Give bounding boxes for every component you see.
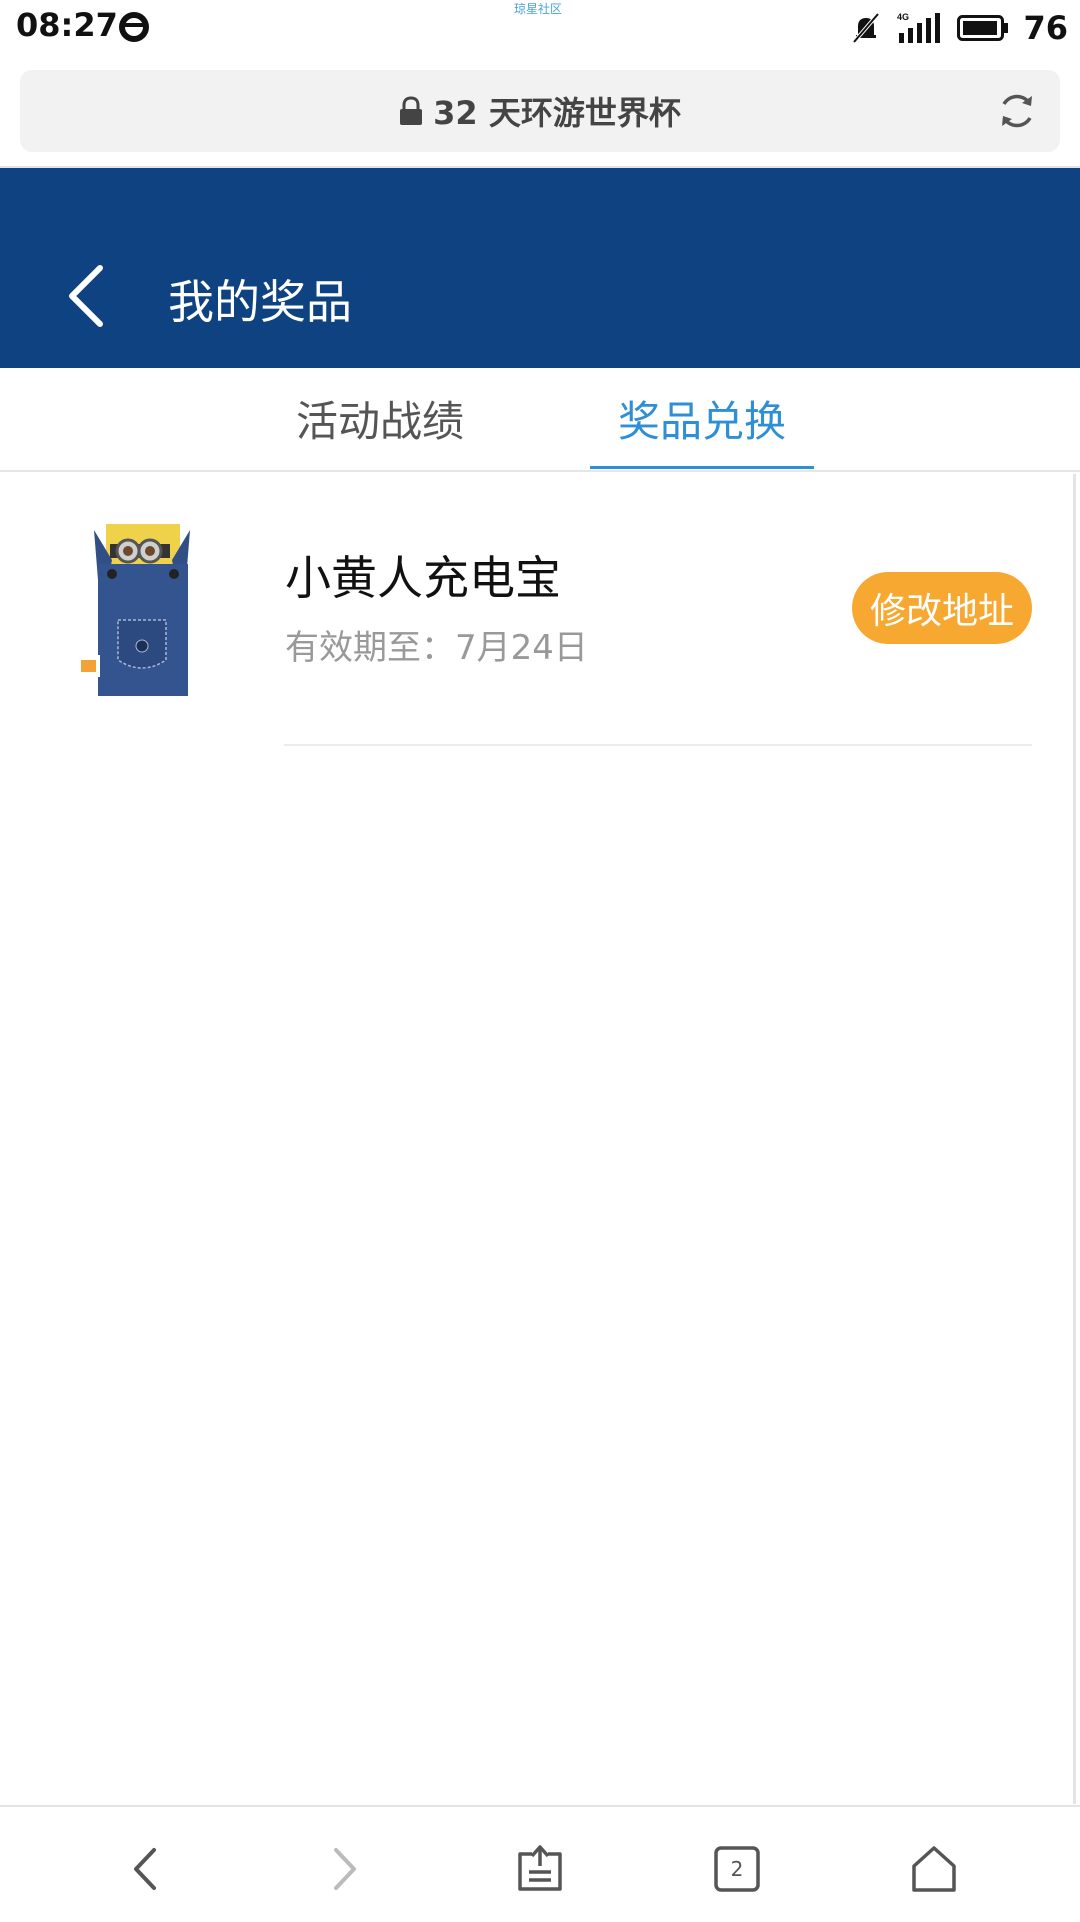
nav-tabs-button[interactable]: 2 [707,1839,767,1899]
lock-icon [400,96,423,125]
tabs-count: 2 [730,1857,744,1881]
back-arrow-icon[interactable] [56,256,116,336]
chevron-right-icon [334,1848,356,1890]
nav-forward-button[interactable] [314,1839,374,1899]
signal-icon: 4G [897,12,941,43]
nav-menu-button[interactable] [510,1839,570,1899]
page-header [0,168,1080,368]
tab-bar: 活动战绩 奖品兑换 [0,368,1080,472]
page-title: 我的奖品 [168,275,352,329]
url-page-title: 32 天环游世界杯 [433,94,681,132]
url-bar[interactable]: 32 天环游世界杯 [20,70,1060,152]
prize-name: 小黄人充电宝 [285,551,561,605]
chevron-left-icon [134,1848,156,1890]
status-bar: 08:27 琼星社区 4G 76 [0,0,1080,56]
mute-bell-icon [852,12,880,44]
watermark-text: 琼星社区 [514,2,563,16]
prize-expiry: 有效期至：7月24日 [285,628,588,668]
reload-icon[interactable] [996,90,1038,132]
tab-prize-redeem[interactable]: 奖品兑换 [590,368,814,468]
browser-bottom-bar: 2 [0,1805,1080,1922]
share-menu-icon [518,1845,562,1891]
status-icons: 4G 76 [849,8,1068,48]
svg-text:4G: 4G [897,12,909,22]
status-time: 08:27 [16,6,118,44]
scrollbar[interactable] [1073,474,1076,1804]
prize-image [78,524,190,696]
app-notification-icon [119,12,149,42]
url-title-container: 32 天环游世界杯 [20,70,1060,152]
active-tab-indicator [590,466,814,469]
edit-address-button[interactable]: 修改地址 [852,572,1032,644]
tab-activity-record[interactable]: 活动战绩 [280,368,480,468]
battery-level: 76 [1023,9,1068,47]
nav-back-button[interactable] [116,1839,176,1899]
home-icon [912,1846,956,1892]
battery-icon [957,15,1009,41]
item-divider [284,744,1032,746]
nav-home-button[interactable] [904,1839,964,1899]
